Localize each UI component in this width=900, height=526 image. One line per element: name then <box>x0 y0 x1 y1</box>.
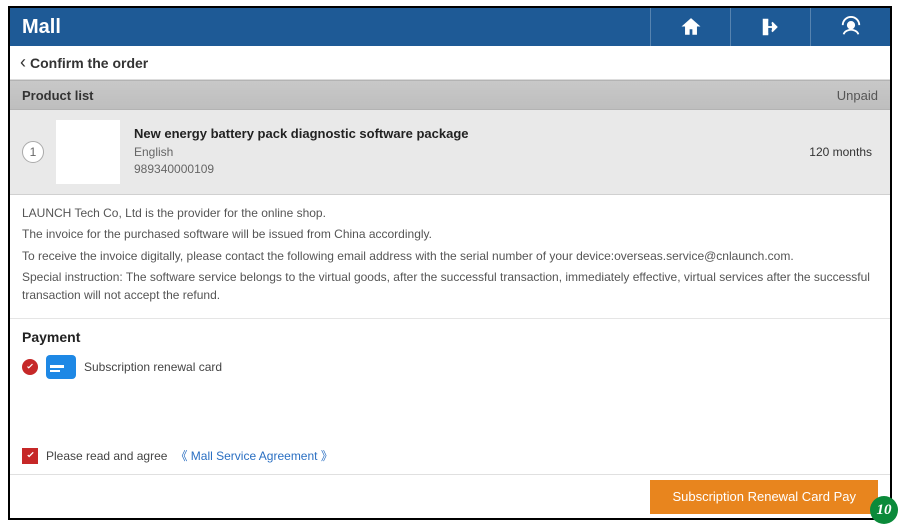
product-serial: 989340000109 <box>134 161 809 178</box>
payment-title: Payment <box>22 329 878 345</box>
note-line: To receive the invoice digitally, please… <box>22 248 878 265</box>
note-line: Special instruction: The software servic… <box>22 269 878 304</box>
payment-option[interactable]: Subscription renewal card <box>22 355 878 379</box>
product-info: New energy battery pack diagnostic softw… <box>134 126 809 178</box>
payment-status: Unpaid <box>837 88 878 103</box>
product-row: 1 New energy battery pack diagnostic sof… <box>10 110 890 195</box>
payment-option-label: Subscription renewal card <box>84 360 222 374</box>
pay-button[interactable]: Subscription Renewal Card Pay <box>650 480 878 514</box>
back-chevron-icon[interactable]: ‹ <box>20 52 26 73</box>
product-duration: 120 months <box>809 145 878 159</box>
notes-block: LAUNCH Tech Co, Ltd is the provider for … <box>10 195 890 319</box>
agree-lead: Please read and agree <box>46 449 167 463</box>
selected-check-icon <box>22 359 38 375</box>
item-index-badge: 1 <box>22 141 44 163</box>
support-icon[interactable] <box>810 8 890 46</box>
card-icon <box>46 355 76 379</box>
logout-icon[interactable] <box>730 8 810 46</box>
agreement-link[interactable]: 《 Mall Service Agreement 》 <box>175 447 332 464</box>
home-icon[interactable] <box>650 8 730 46</box>
product-name: New energy battery pack diagnostic softw… <box>134 126 809 141</box>
title-bar: Mall <box>10 8 890 46</box>
product-thumbnail <box>56 120 120 184</box>
agreement-row: Please read and agree 《 Mall Service Agr… <box>10 437 890 474</box>
title-icon-group <box>650 8 890 46</box>
product-language: English <box>134 144 809 161</box>
step-badge: 10 <box>870 496 898 524</box>
product-list-header: Product list Unpaid <box>10 80 890 110</box>
section-label: Product list <box>22 88 94 103</box>
agree-checkbox[interactable] <box>22 448 38 464</box>
page-title: Confirm the order <box>30 55 148 71</box>
app-title: Mall <box>22 16 61 39</box>
note-line: The invoice for the purchased software w… <box>22 226 878 243</box>
subheader: ‹ Confirm the order <box>10 46 890 80</box>
payment-section: Payment Subscription renewal card <box>10 319 890 389</box>
note-line: LAUNCH Tech Co, Ltd is the provider for … <box>22 205 878 222</box>
footer-bar: Subscription Renewal Card Pay <box>10 474 890 518</box>
